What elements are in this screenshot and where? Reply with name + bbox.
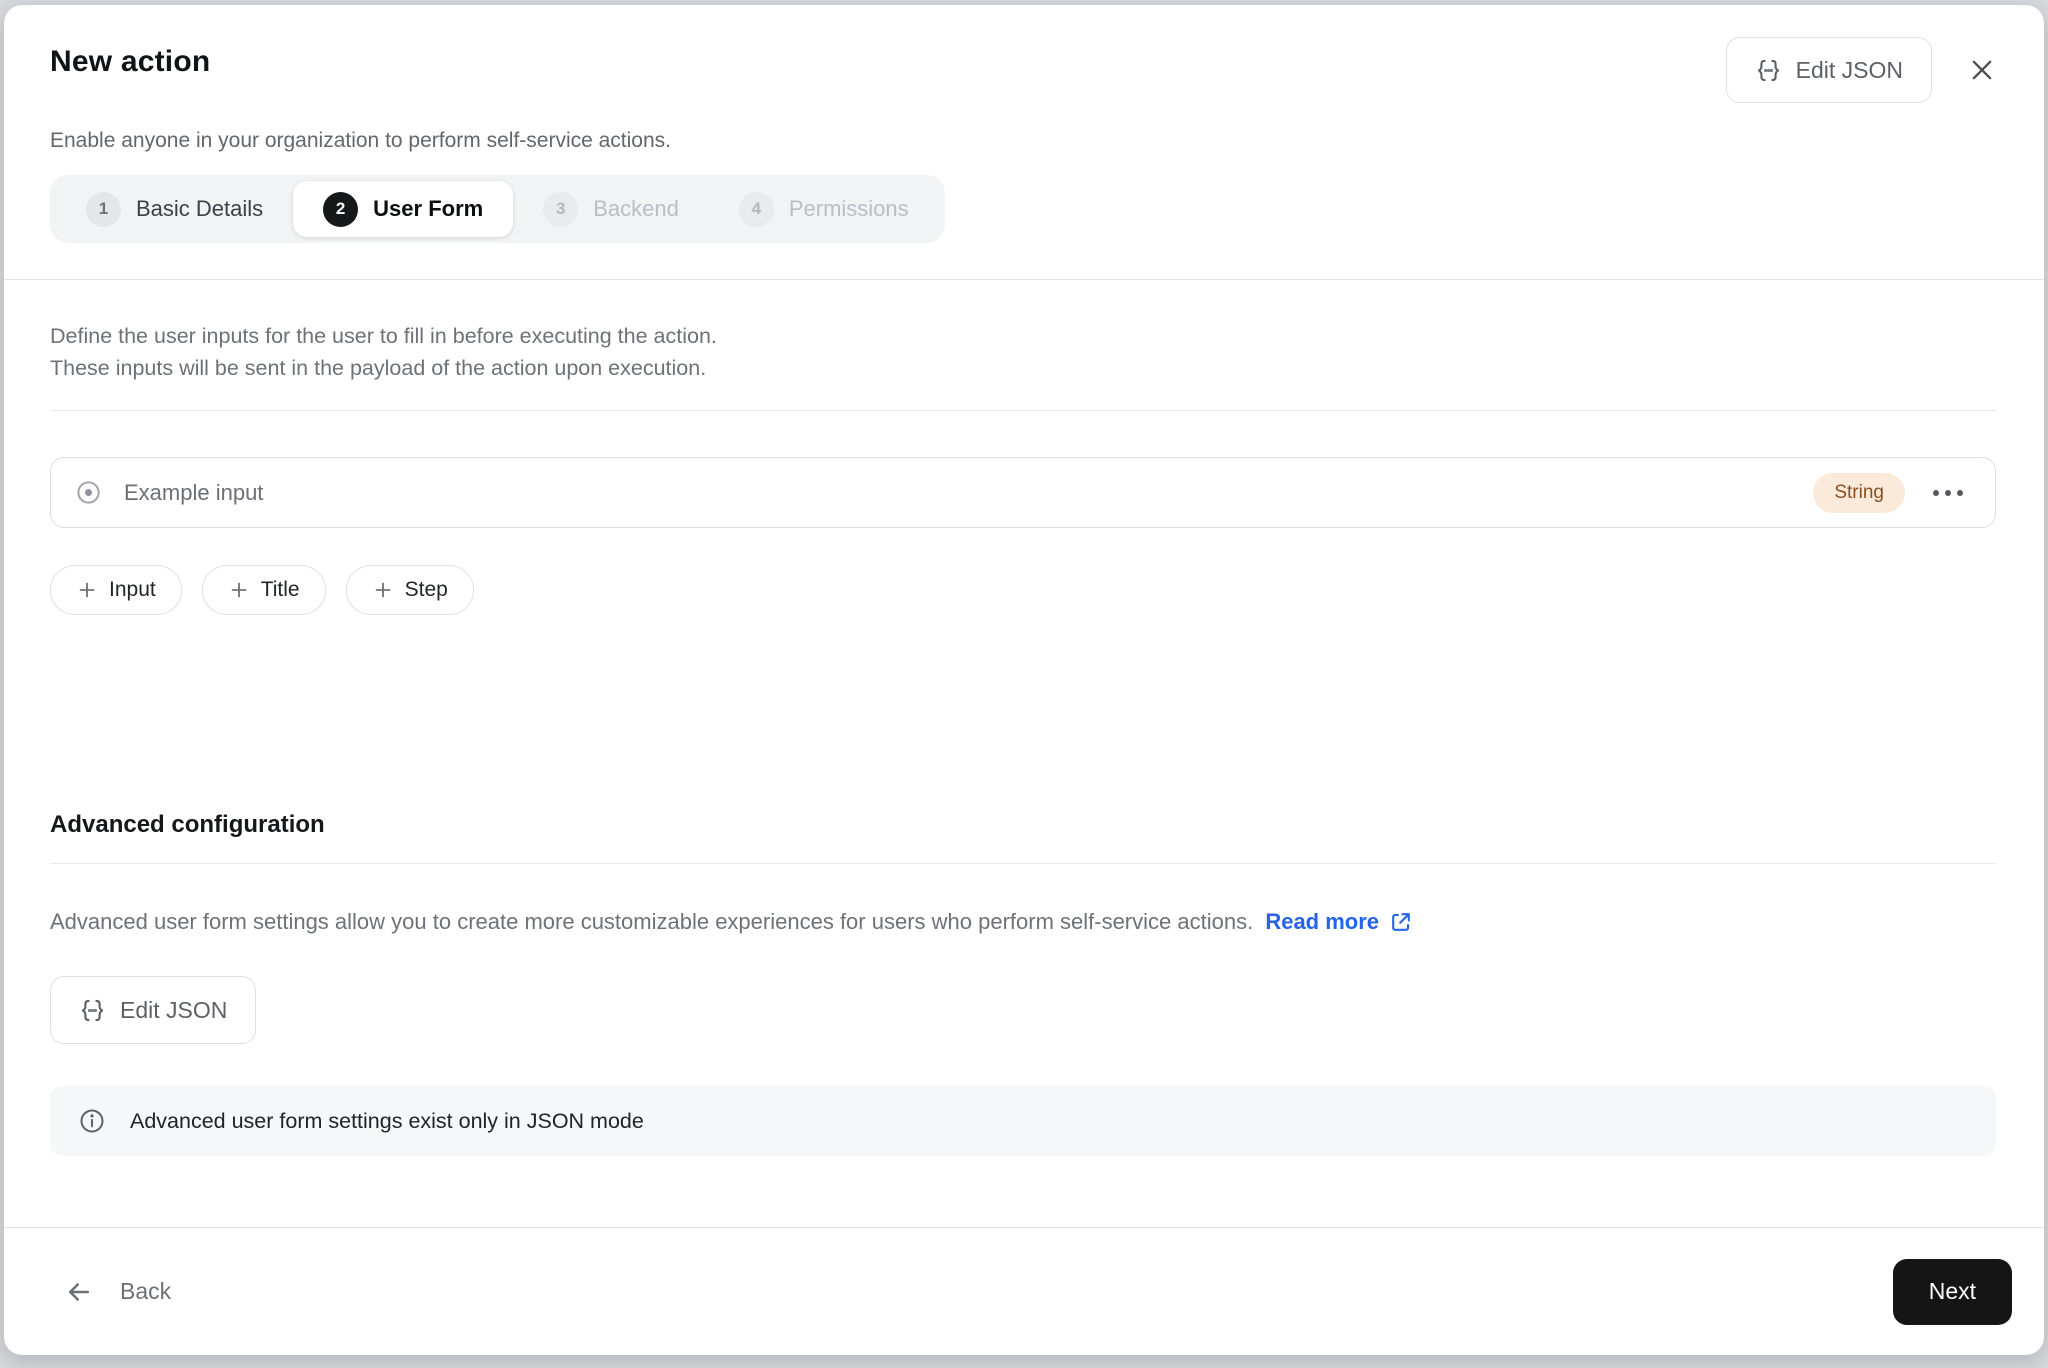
step-label: User Form — [373, 196, 484, 221]
type-badge: String — [1813, 472, 1905, 513]
step-number: 4 — [738, 191, 774, 227]
arrow-left-icon — [64, 1277, 94, 1307]
modal-body: Define the user inputs for the user to f… — [4, 280, 2044, 1227]
read-more-link[interactable]: Read more — [1265, 906, 1413, 938]
add-title-label: Title — [260, 578, 300, 601]
add-title-button[interactable]: Title — [201, 565, 326, 615]
advanced-description-text: Advanced user form settings allow you to… — [50, 909, 1254, 934]
info-icon — [78, 1107, 106, 1135]
page-title: New action — [50, 45, 211, 78]
form-description-line1: Define the user inputs for the user to f… — [50, 324, 717, 348]
dots-icon — [1933, 489, 1939, 496]
modal-header: New action Edit JSON Enable anyone in yo… — [4, 5, 2044, 280]
row-more-menu-button[interactable] — [1927, 480, 1969, 506]
step-permissions[interactable]: 4 Permissions — [709, 181, 939, 237]
back-label: Back — [120, 1278, 172, 1304]
new-action-modal: New action Edit JSON Enable anyone in yo… — [4, 5, 2044, 1355]
step-number: 1 — [86, 191, 121, 227]
step-number: 3 — [543, 191, 579, 227]
plus-icon — [76, 579, 98, 601]
input-label: Example input — [124, 479, 264, 505]
braces-code-icon — [1755, 57, 1782, 84]
advanced-configuration-heading: Advanced configuration — [50, 811, 325, 838]
step-number: 2 — [323, 191, 359, 227]
read-more-label: Read more — [1265, 909, 1380, 934]
add-input-button[interactable]: Input — [50, 565, 182, 615]
external-link-icon — [1389, 910, 1413, 934]
info-banner: Advanced user form settings exist only i… — [50, 1086, 1996, 1156]
next-button[interactable]: Next — [1892, 1258, 2012, 1325]
radio-target-icon — [75, 479, 102, 506]
edit-json-button-advanced[interactable]: Edit JSON — [50, 976, 257, 1044]
step-backend[interactable]: 3 Backend — [513, 181, 709, 237]
back-button[interactable]: Back — [64, 1277, 171, 1307]
modal-subtitle: Enable anyone in your organization to pe… — [50, 129, 671, 152]
form-input-row[interactable]: Example input String — [50, 457, 1996, 528]
form-description-line2: These inputs will be sent in the payload… — [50, 356, 707, 380]
plus-icon — [372, 579, 394, 601]
edit-json-label: Edit JSON — [1795, 56, 1903, 83]
edit-json-button-header[interactable]: Edit JSON — [1725, 37, 1932, 103]
advanced-description: Advanced user form settings allow you to… — [50, 906, 1996, 938]
step-user-form[interactable]: 2 User Form — [293, 181, 514, 237]
divider — [50, 863, 1996, 864]
add-buttons-row: Input Title Step — [50, 565, 1996, 615]
step-basic-details[interactable]: 1 Basic Details — [56, 181, 293, 237]
plus-icon — [228, 579, 250, 601]
step-label: Basic Details — [136, 196, 264, 221]
braces-code-icon — [79, 997, 106, 1024]
add-step-label: Step — [404, 578, 448, 601]
modal-footer: Back Next — [4, 1227, 2044, 1355]
step-label: Permissions — [788, 196, 909, 221]
close-icon — [1968, 56, 1996, 84]
add-input-label: Input — [109, 578, 156, 601]
wizard-stepper: 1 Basic Details 2 User Form 3 Backend 4 … — [50, 175, 945, 243]
close-button[interactable] — [1962, 50, 2002, 90]
info-banner-text: Advanced user form settings exist only i… — [130, 1108, 644, 1133]
edit-json-label: Edit JSON — [120, 996, 228, 1023]
add-step-button[interactable]: Step — [345, 565, 474, 615]
divider — [50, 410, 1996, 411]
step-label: Backend — [593, 196, 679, 221]
